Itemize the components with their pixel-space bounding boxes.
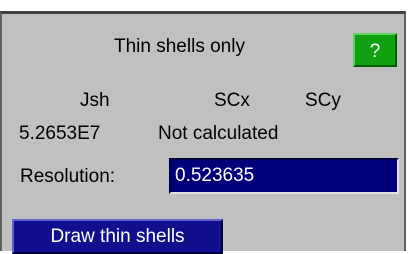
resolution-label: Resolution: (20, 166, 116, 187)
panel-title: Thin shells only (114, 36, 245, 57)
resolution-input[interactable] (169, 158, 399, 194)
help-icon: ? (369, 41, 381, 62)
value-jsh: 5.2653E7 (19, 123, 101, 144)
thin-shells-panel: Thin shells only ? Jsh SCx SCy 5.2653E7 … (0, 11, 406, 254)
column-header-scx: SCx (214, 90, 250, 111)
value-scx: Not calculated (158, 123, 279, 144)
draw-thin-shells-button[interactable]: Draw thin shells (12, 219, 223, 254)
column-header-jsh: Jsh (80, 90, 110, 111)
column-header-scy: SCy (305, 90, 341, 111)
help-button[interactable]: ? (353, 33, 397, 67)
window: Thin shells only ? Jsh SCx SCy 5.2653E7 … (0, 0, 414, 254)
